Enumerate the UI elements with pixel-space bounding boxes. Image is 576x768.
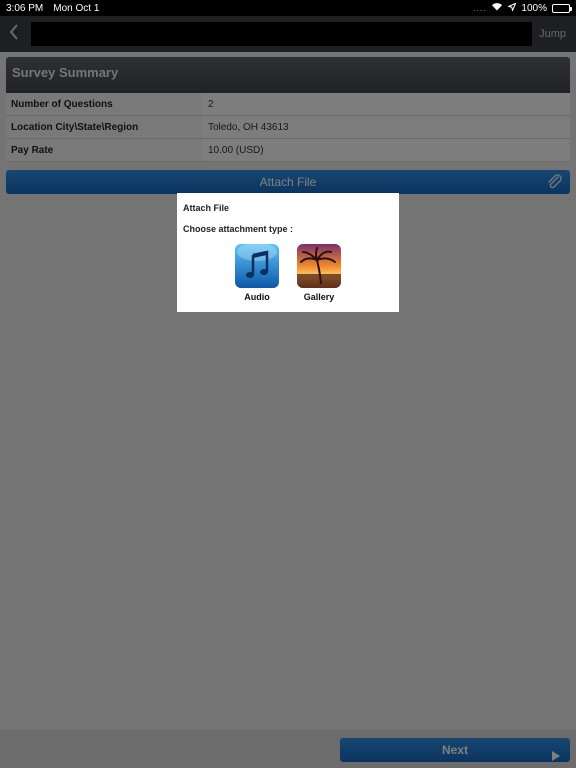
- palm-sunset-icon: [297, 244, 341, 288]
- modal-overlay[interactable]: [0, 16, 576, 768]
- dialog-subtitle: Choose attachment type :: [183, 224, 294, 234]
- status-time: 3:06 PM: [6, 2, 44, 14]
- battery-percent: 100%: [521, 2, 547, 14]
- status-date: Mon Oct 1: [53, 2, 100, 14]
- dialog-title: Attach File: [183, 203, 230, 213]
- audio-option[interactable]: Audio: [232, 244, 282, 302]
- audio-label: Audio: [244, 292, 270, 302]
- battery-icon: [552, 3, 572, 13]
- attach-file-dialog: Attach File Choose attachment type : Aud…: [177, 193, 399, 312]
- music-note-icon: [235, 244, 279, 288]
- location-arrow-icon: [507, 2, 517, 14]
- gallery-option[interactable]: Gallery: [294, 244, 344, 302]
- wifi-icon: [491, 2, 503, 14]
- cellular-signal-icon: ....: [473, 3, 487, 13]
- status-bar: 3:06 PM Mon Oct 1 .... 100%: [0, 0, 576, 16]
- gallery-label: Gallery: [303, 292, 335, 302]
